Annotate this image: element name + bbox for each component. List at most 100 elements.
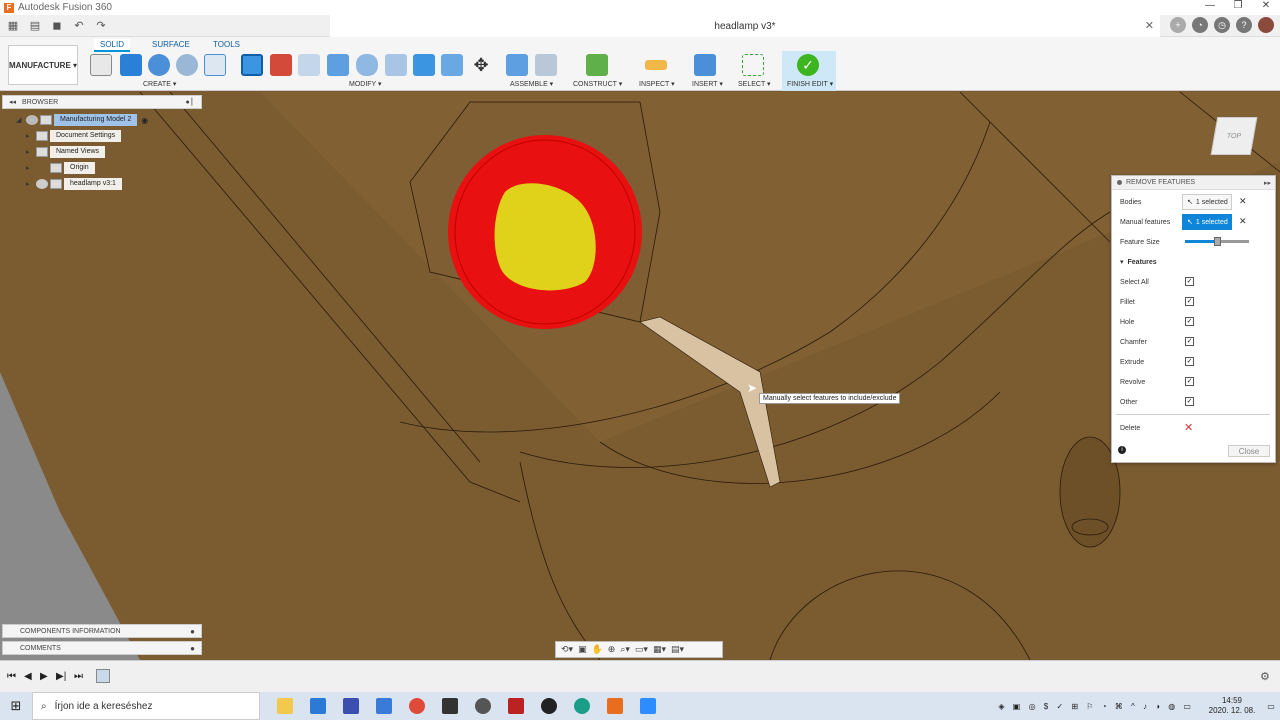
app-icon[interactable] [343,698,359,714]
offset-plane-icon[interactable] [586,54,608,76]
app-icon[interactable] [541,698,557,714]
panel-options-icon[interactable]: ● [190,644,195,653]
expand-arrow-icon[interactable]: ▸ [26,132,36,140]
undo-icon[interactable]: ↶ [70,17,88,35]
comments-panel[interactable]: COMMENTS ● [2,641,202,655]
fillet-icon[interactable] [356,54,378,76]
collapse-arrow-icon[interactable]: ◂◂ [9,98,16,106]
components-information-panel[interactable]: COMPONENTS INFORMATION ● [2,624,202,638]
press-pull-icon[interactable] [327,54,349,76]
store-icon[interactable] [376,698,392,714]
select-group-label[interactable]: SELECT ▾ [738,80,771,88]
restore-button[interactable]: ❐ [1224,0,1252,11]
file-explorer-icon[interactable] [277,698,293,714]
browser-options-icon[interactable]: ● ▏ [185,98,197,106]
viewports-icon[interactable]: ▤▾ [671,644,684,655]
tree-item-root[interactable]: ◢ Manufacturing Model 2 ◉ [16,114,148,126]
workspace-switcher-button[interactable]: MANUFACTURE ▾ [8,45,78,85]
bodies-selector[interactable]: ↖ 1 selected [1182,194,1232,210]
steam-icon[interactable] [475,698,491,714]
eye-icon[interactable] [36,179,48,189]
clear-bodies-icon[interactable]: ✕ [1239,196,1247,207]
save-icon[interactable]: ◼ [48,17,66,35]
checkbox[interactable]: ✓ [1185,377,1194,386]
avatar[interactable] [1258,17,1274,33]
step-back-icon[interactable]: ◀ [24,671,32,682]
radio-icon[interactable]: ◉ [141,116,148,125]
pattern-icon[interactable] [204,54,226,76]
timeline-feature-icon[interactable] [96,669,110,683]
help-icon[interactable]: ? [1236,17,1252,33]
construct-group-label[interactable]: CONSTRUCT ▾ [573,80,622,88]
grid-icon[interactable]: ▦▾ [653,644,666,655]
checkbox[interactable]: ✓ [1185,317,1194,326]
notifications-icon[interactable]: ◷ [1214,17,1230,33]
close-window-button[interactable]: ✕ [1252,0,1280,11]
look-at-icon[interactable]: ▣ [578,644,587,655]
insert-image-icon[interactable] [694,54,716,76]
hole-icon[interactable] [176,54,198,76]
manual-features-selector[interactable]: ↖ 1 selected [1182,214,1232,230]
go-to-start-icon[interactable]: ⏮ [7,671,16,682]
collapse-arrow-icon[interactable]: ▾ [1120,258,1124,266]
orbit-icon[interactable]: ⟲▾ [561,644,573,655]
delete-face-icon[interactable] [270,54,292,76]
fit-icon[interactable]: ⌕▾ [620,644,630,655]
feature-size-slider[interactable] [1185,237,1249,246]
revolve-icon[interactable] [148,54,170,76]
checkbox[interactable]: ✓ [1185,297,1194,306]
play-icon[interactable]: ▶ [40,671,48,682]
viewcube[interactable]: TOP [1210,117,1258,155]
move-face-icon[interactable] [298,54,320,76]
job-status-icon[interactable]: ◔ [1192,17,1208,33]
pan-icon[interactable]: ✋ [592,644,603,655]
chrome-icon[interactable] [409,698,425,714]
extrude-icon[interactable] [120,54,142,76]
expand-arrow-icon[interactable]: ▸ [26,180,36,188]
inspect-group-label[interactable]: INSPECT ▾ [639,80,675,88]
features-section-header[interactable]: ▾ Features [1120,255,1157,269]
edge-icon[interactable] [574,698,590,714]
tray-icons[interactable]: ◈ ▣ ◎ $ ✓ ⊞ ⚐ ◔ ⌘ ^ ♪ ◑ ◍ ▭ [998,702,1194,711]
vscode-icon[interactable] [310,698,326,714]
gear-icon[interactable]: ⚙ [1260,670,1270,683]
clock[interactable]: 14:59 2020. 12. 08. [1202,696,1262,716]
checkbox[interactable]: ✓ [1185,277,1194,286]
model-canvas[interactable] [0,92,1280,660]
expand-icon[interactable]: ▸▸ [1264,179,1271,187]
select-icon[interactable] [742,54,764,76]
taskbar-search[interactable]: ⌕ Írjon ide a kereséshez [32,692,260,720]
insert-group-label[interactable]: INSERT ▾ [692,80,723,88]
modify-group-label[interactable]: MODIFY ▾ [349,80,382,88]
app-grid-icon[interactable]: ▦ [4,17,22,35]
document-tab[interactable]: headlamp v3* ✕ [330,15,1160,37]
step-forward-icon[interactable]: ▶| [56,671,66,682]
new-tab-icon[interactable]: + [1170,17,1186,33]
expand-arrow-icon[interactable]: ▸ [26,164,36,172]
create-sketch-icon[interactable] [90,54,112,76]
eye-icon[interactable] [26,115,38,125]
finish-edit-label[interactable]: FINISH EDIT ▾ [787,80,833,88]
app-icon[interactable] [508,698,524,714]
delete-icon[interactable]: ✕ [1184,421,1193,434]
measure-icon[interactable] [645,60,667,70]
tree-item-origin[interactable]: ▸ Origin [26,162,95,174]
panel-options-icon[interactable]: ● [190,627,195,636]
split-body-icon[interactable] [441,54,463,76]
tab-tools[interactable]: TOOLS [207,39,246,50]
checkbox[interactable]: ✓ [1185,397,1194,406]
terminal-icon[interactable] [442,698,458,714]
notification-center-icon[interactable]: ▭ [1262,702,1280,711]
feature-size-slider-thumb[interactable] [1214,237,1221,246]
expand-arrow-icon[interactable]: ▸ [26,148,36,156]
tab-surface[interactable]: SURFACE [146,39,196,50]
new-component-icon[interactable] [506,54,528,76]
display-settings-icon[interactable]: ▭▾ [635,644,648,655]
zoom-app-icon[interactable] [640,698,656,714]
file-icon[interactable]: ▤ [26,17,44,35]
go-to-end-icon[interactable]: ⏭ [74,671,83,682]
create-group-label[interactable]: CREATE ▾ [143,80,176,88]
3d-viewport[interactable]: TOP Manually select features to include/… [0,92,1280,660]
tree-item-named-views[interactable]: ▸ Named Views [26,146,106,158]
checkbox[interactable]: ✓ [1185,357,1194,366]
